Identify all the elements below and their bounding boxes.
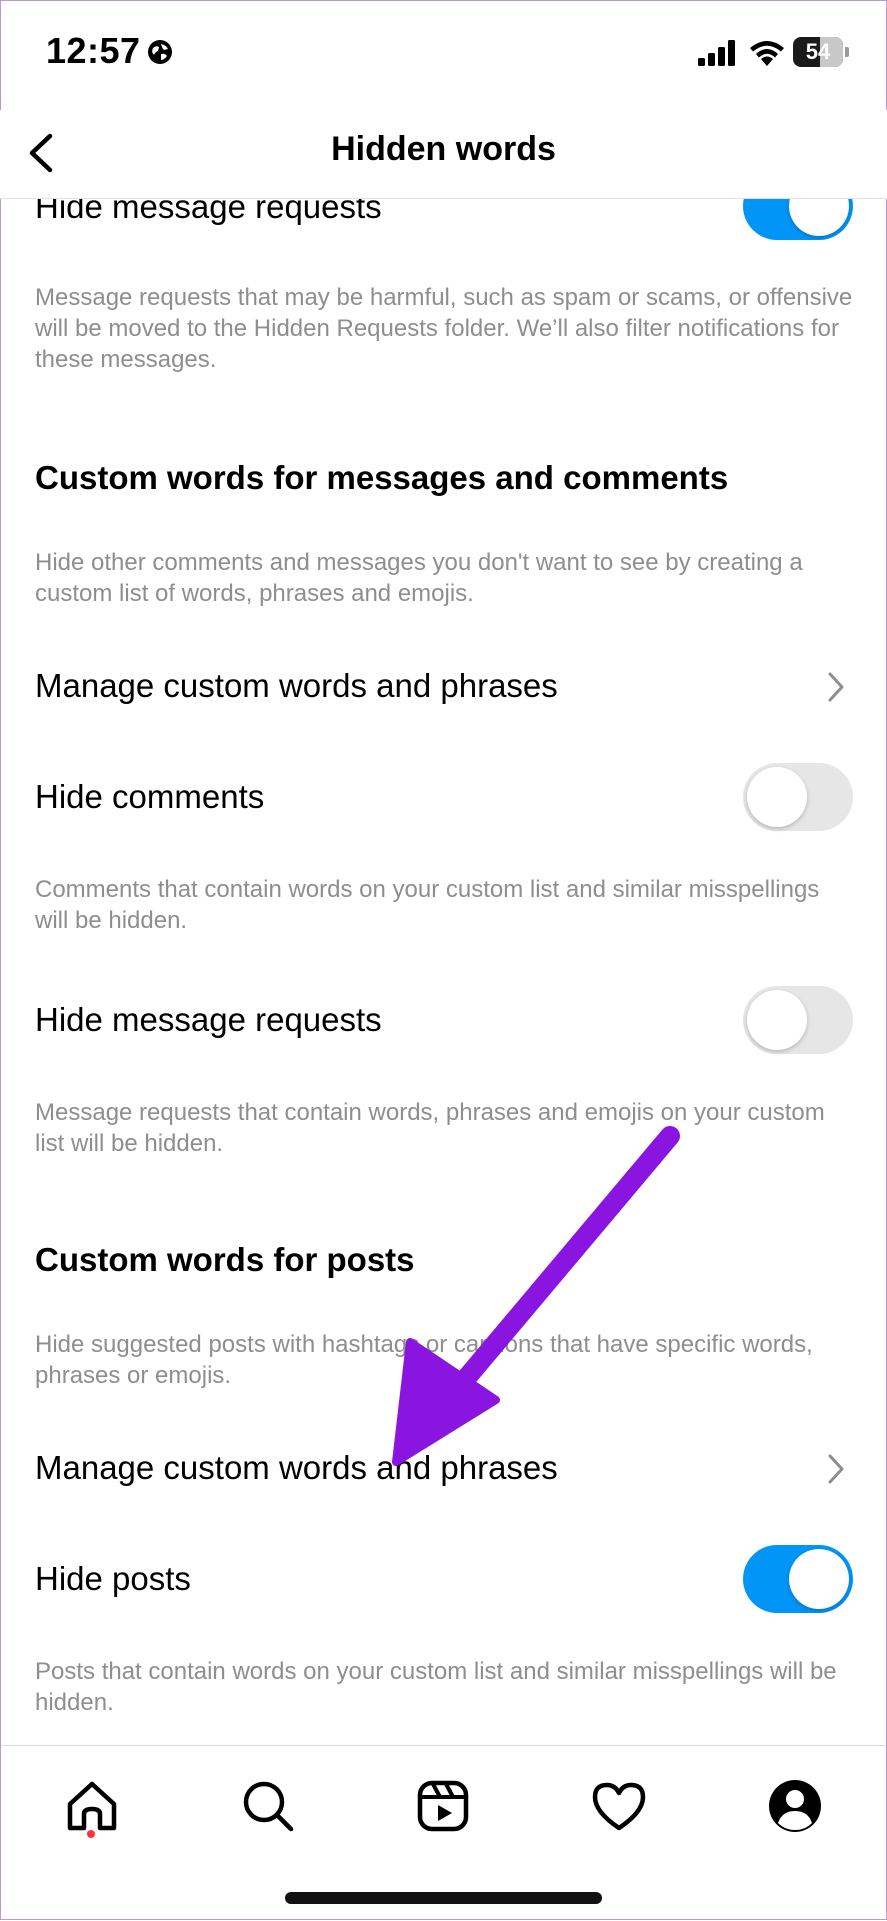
chevron-right-icon[interactable]: [826, 671, 846, 703]
hide-posts-description: Posts that contain words on your custom …: [35, 1658, 837, 1716]
manage-custom-words-label[interactable]: Manage custom words and phrases: [35, 667, 558, 705]
hide-message-requests-custom-label: Hide message requests: [35, 1001, 382, 1038]
settings-content[interactable]: Hide message requests Message requests t…: [0, 0, 887, 1745]
page-title: Hidden words: [331, 130, 556, 168]
navigation-header: Hidden words: [0, 110, 887, 199]
hide-comments-label: Hide comments: [35, 778, 265, 815]
hide-comments-description: Comments that contain words on your cust…: [35, 876, 820, 934]
hide-comments-toggle[interactable]: [743, 763, 853, 831]
section-title-messages-comments: Custom words for messages and comments: [35, 459, 729, 496]
hide-message-requests-custom-description: Message requests that contain words, phr…: [35, 1099, 825, 1157]
notification-dot: [87, 1830, 95, 1838]
heart-icon[interactable]: [589, 1776, 649, 1836]
chevron-right-icon[interactable]: [826, 1453, 846, 1485]
section-title-posts: Custom words for posts: [35, 1241, 415, 1278]
hide-message-requests-description: Message requests that may be harmful, su…: [35, 284, 853, 373]
home-indicator[interactable]: [285, 1892, 602, 1904]
profile-icon[interactable]: [765, 1776, 825, 1836]
hide-message-requests-custom-toggle[interactable]: [743, 986, 853, 1054]
section-description-messages-comments: Hide other comments and messages you don…: [35, 549, 803, 607]
section-description-posts: Hide suggested posts with hashtags or ca…: [35, 1331, 813, 1389]
home-icon[interactable]: [62, 1776, 122, 1836]
search-icon[interactable]: [238, 1776, 298, 1836]
reels-icon[interactable]: [413, 1776, 473, 1836]
hide-posts-label: Hide posts: [35, 1560, 191, 1597]
manage-custom-words-posts-label[interactable]: Manage custom words and phrases: [35, 1449, 558, 1487]
hide-posts-toggle[interactable]: [743, 1545, 853, 1613]
